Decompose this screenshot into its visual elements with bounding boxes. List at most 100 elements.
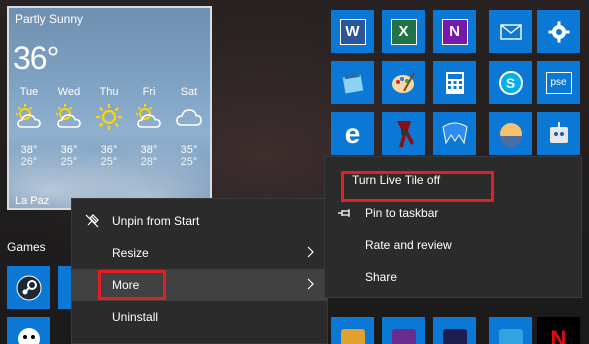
forecast-day: Tue 38° 26° — [9, 86, 49, 168]
menu-item-more[interactable]: More — [72, 269, 327, 301]
forecast-day-name: Tue — [19, 86, 39, 98]
game-tile-2[interactable] — [382, 317, 425, 344]
submenu-item-share[interactable]: Share — [325, 261, 581, 293]
mail-icon — [499, 23, 522, 40]
word-icon: W — [339, 18, 366, 45]
game-tile-3[interactable] — [433, 317, 476, 344]
edge-tile[interactable]: e — [331, 112, 374, 155]
forecast-low: 26° — [20, 156, 38, 168]
weather-condition: Partly Sunny — [15, 12, 84, 26]
mail-tile[interactable] — [489, 10, 532, 53]
menu-item-label: More — [112, 278, 140, 292]
pse-tile[interactable]: pse — [537, 61, 580, 104]
paint-tile[interactable] — [382, 61, 425, 104]
excel-icon-letter: X — [398, 23, 409, 40]
smiley-icon — [17, 327, 40, 344]
netflix-tile[interactable]: N — [537, 317, 580, 344]
chevron-right-icon — [307, 278, 314, 290]
game-thumbnail-icon — [340, 328, 365, 344]
forecast-day: Fri 38° 28° — [129, 86, 169, 168]
game-thumbnail-icon — [391, 328, 416, 344]
steam-tile[interactable] — [7, 266, 50, 309]
menu-item-label: Uninstall — [112, 310, 159, 324]
forecast-day-name: Wed — [57, 86, 81, 98]
submenu-item-turn-live-tile-off[interactable]: Turn Live Tile off — [325, 164, 581, 202]
forecast-day: Sat 35° 25° — [169, 86, 209, 168]
pse-icon-letter: pse — [550, 77, 567, 88]
malwarebytes-icon — [441, 122, 468, 144]
word-tile[interactable]: W — [331, 10, 374, 53]
gear-icon — [548, 21, 569, 42]
partly-sunny-icon — [9, 102, 49, 132]
menu-item-label: Resize — [112, 246, 149, 260]
weather-forecast: Tue 38° 26° Wed 36° 25° Thu 36° 25° Fri — [9, 86, 210, 168]
chevron-right-icon — [307, 246, 314, 258]
word-icon-letter: W — [345, 23, 360, 40]
submenu-item-label: Rate and review — [365, 238, 452, 252]
pse-icon: pse — [545, 71, 572, 94]
excel-tile[interactable]: X — [382, 10, 425, 53]
skype-tile[interactable]: S — [489, 61, 532, 104]
forecast-low: 25° — [100, 156, 118, 168]
tile-context-menu: Unpin from Start Resize More Uninstall — [71, 198, 328, 344]
menu-item-unpin[interactable]: Unpin from Start — [72, 205, 327, 237]
pin-icon — [338, 209, 350, 217]
onenote-icon-letter: N — [449, 23, 460, 40]
game-thumbnail-icon — [442, 328, 467, 344]
submenu-item-label: Pin to taskbar — [365, 206, 439, 220]
forecast-day-name: Thu — [99, 86, 119, 98]
forecast-day-name: Sat — [180, 86, 198, 98]
onenote-tile[interactable]: N — [433, 10, 476, 53]
steam-icon — [16, 275, 41, 300]
submenu-item-label: Turn Live Tile off — [352, 173, 441, 187]
robot-icon — [549, 121, 568, 143]
forecast-day-name: Fri — [142, 86, 156, 98]
onenote-icon: N — [441, 18, 468, 45]
games-group-label: Games — [7, 240, 46, 254]
tools-icon — [396, 120, 414, 147]
submenu-item-rate-and-review[interactable]: Rate and review — [325, 229, 581, 261]
submenu-item-pin-to-taskbar[interactable]: Pin to taskbar — [325, 197, 581, 229]
game-tile-4[interactable] — [489, 317, 532, 344]
calculator-icon — [445, 71, 464, 94]
paint-icon — [391, 72, 415, 93]
partly-sunny-icon — [49, 102, 89, 132]
app-tile-robot[interactable] — [537, 112, 580, 155]
forecast-high: 35° — [180, 144, 198, 156]
weather-tile[interactable]: Partly Sunny 36° Tue 38° 26° Wed 36° 25°… — [7, 6, 212, 210]
forecast-day: Wed 36° 25° — [49, 86, 89, 168]
notepad-tile[interactable] — [331, 61, 374, 104]
app-tile[interactable] — [382, 112, 425, 155]
forecast-high: 38° — [140, 144, 158, 156]
cloudy-icon — [169, 102, 209, 132]
menu-item-uninstall[interactable]: Uninstall — [72, 301, 327, 333]
skype-icon: S — [498, 70, 523, 95]
calculator-tile[interactable] — [433, 61, 476, 104]
forecast-day: Thu 36° 25° — [89, 86, 129, 168]
unpin-icon — [85, 214, 99, 228]
sunny-icon — [89, 102, 129, 132]
forecast-low: 28° — [140, 156, 158, 168]
game-tile-1[interactable] — [331, 317, 374, 344]
skype-icon-letter: S — [505, 74, 516, 91]
malwarebytes-tile[interactable] — [433, 112, 476, 155]
partly-sunny-icon — [129, 102, 169, 132]
forecast-high: 38° — [20, 144, 38, 156]
forecast-high: 36° — [60, 144, 78, 156]
app-tile-sunset[interactable] — [489, 112, 532, 155]
weather-location: La Paz — [15, 195, 50, 207]
forecast-low: 25° — [60, 156, 78, 168]
settings-tile[interactable] — [537, 10, 580, 53]
weather-temperature: 36° — [13, 40, 59, 76]
forecast-high: 36° — [100, 144, 118, 156]
game-tile-smiley[interactable] — [7, 317, 50, 344]
menu-item-resize[interactable]: Resize — [72, 237, 327, 269]
forecast-low: 25° — [180, 156, 198, 168]
excel-icon: X — [390, 18, 417, 45]
more-submenu: Turn Live Tile off Pin to taskbar Rate a… — [324, 156, 582, 298]
edge-icon: e — [344, 117, 361, 149]
game-thumbnail-icon — [498, 328, 523, 344]
sunset-icon — [499, 122, 522, 147]
netflix-icon: N — [550, 325, 567, 344]
submenu-item-label: Share — [365, 270, 398, 284]
